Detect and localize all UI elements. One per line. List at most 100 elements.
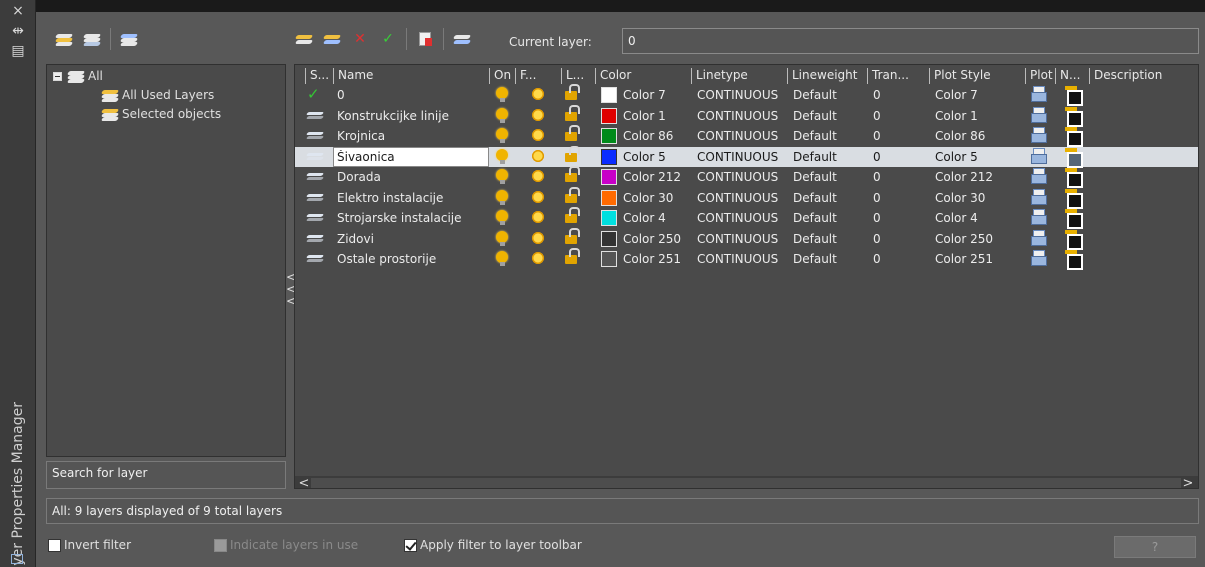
layer-linetype[interactable]: CONTINUOUS [697, 88, 787, 104]
scroll-left-icon[interactable]: < [297, 476, 311, 488]
sun-thawed-icon[interactable] [531, 251, 545, 265]
layer-lineweight[interactable]: Default [793, 129, 867, 145]
layer-transparency[interactable]: 0 [873, 191, 929, 207]
column-header-lineweight[interactable]: Lineweight [787, 68, 867, 84]
sun-thawed-icon[interactable] [531, 210, 545, 224]
printer-icon[interactable] [1031, 106, 1047, 123]
sun-thawed-icon[interactable] [531, 87, 545, 101]
unlock-icon[interactable] [565, 186, 580, 203]
new-layer-icon[interactable] [292, 28, 316, 50]
unlock-icon[interactable] [565, 84, 580, 100]
new-vp-freeze-icon[interactable] [1065, 127, 1083, 147]
column-header-plot[interactable]: Plot [1025, 68, 1055, 84]
layer-color[interactable]: Color 30 [623, 191, 691, 207]
lightbulb-on-icon[interactable] [496, 230, 508, 246]
lightbulb-on-icon[interactable] [496, 148, 508, 164]
layer-color[interactable]: Color 251 [623, 252, 691, 268]
new-vp-freeze-icon[interactable] [1065, 106, 1083, 127]
layer-icon[interactable] [305, 234, 325, 242]
column-header-transparency[interactable]: Tran... [867, 68, 929, 84]
layer-icon[interactable] [305, 193, 325, 201]
lightbulb-on-icon[interactable] [496, 169, 508, 184]
unlock-icon[interactable] [565, 166, 580, 182]
layer-linetype[interactable]: CONTINUOUS [697, 211, 787, 227]
checkbox-box[interactable] [404, 538, 417, 552]
layer-states-manager-icon[interactable] [117, 28, 141, 50]
layer-lineweight[interactable]: Default [793, 109, 867, 125]
layer-name[interactable]: Elektro instalacije [337, 191, 487, 207]
color-swatch[interactable] [601, 251, 617, 267]
autohide-icon[interactable]: ⇹ [9, 22, 27, 40]
sun-thawed-icon[interactable] [531, 169, 545, 183]
printer-icon[interactable] [1031, 127, 1047, 143]
layer-icon[interactable] [305, 172, 325, 180]
layer-transparency[interactable]: 0 [873, 170, 929, 186]
layer-row[interactable]: Šivaonica Color 5 CONTINUOUS Default 0 Color … [295, 145, 1198, 168]
layer-transparency[interactable]: 0 [873, 211, 929, 227]
new-vp-freeze-icon[interactable] [1065, 147, 1083, 168]
lightbulb-on-icon[interactable] [496, 189, 508, 205]
layer-row[interactable]: Strojarske instalacije Color 4 CONTINUOUS D… [295, 207, 1198, 229]
unlock-icon[interactable] [565, 104, 580, 121]
sun-thawed-icon[interactable] [531, 107, 545, 122]
layer-lineweight[interactable]: Default [793, 211, 867, 227]
layer-color[interactable]: Color 4 [623, 211, 691, 227]
layer-plot-style[interactable]: Color 212 [935, 170, 1025, 186]
apply-filter-toolbar-checkbox[interactable]: Apply filter to layer toolbar [404, 538, 582, 552]
layer-lineweight[interactable]: Default [793, 150, 867, 166]
layer-icon[interactable] [305, 111, 325, 119]
new-layer-vp-frozen-icon[interactable] [320, 28, 344, 50]
color-swatch[interactable] [601, 230, 617, 247]
printer-icon[interactable] [1031, 229, 1047, 246]
color-swatch[interactable] [601, 189, 617, 206]
color-swatch[interactable] [601, 107, 617, 124]
column-header-lock[interactable]: L... [561, 68, 595, 84]
horizontal-scrollbar[interactable]: < > [295, 476, 1198, 488]
column-header-status[interactable]: S... [305, 68, 333, 84]
column-header-plot-style[interactable]: Plot Style [929, 68, 1025, 84]
column-header-name[interactable]: Name [333, 68, 489, 84]
settings-icon[interactable] [450, 28, 474, 50]
sun-thawed-icon[interactable] [531, 148, 545, 163]
layer-name[interactable]: Dorada [337, 170, 487, 186]
unlock-icon[interactable] [565, 207, 580, 223]
layer-transparency[interactable]: 0 [873, 88, 929, 104]
layer-name[interactable]: 0 [337, 88, 487, 104]
layer-lineweight[interactable]: Default [793, 232, 867, 248]
layer-transparency[interactable]: 0 [873, 252, 929, 268]
new-property-filter-icon[interactable] [52, 28, 76, 50]
printer-icon[interactable] [1031, 147, 1047, 164]
layer-lineweight[interactable]: Default [793, 170, 867, 186]
column-header-description[interactable]: Description [1089, 68, 1198, 84]
new-vp-freeze-icon[interactable] [1065, 229, 1083, 250]
tree-node-all[interactable]: All [53, 67, 103, 85]
new-group-filter-icon[interactable] [80, 28, 104, 50]
scrollbar-thumb[interactable] [311, 478, 1181, 488]
color-swatch[interactable] [601, 128, 617, 144]
color-swatch[interactable] [601, 148, 617, 165]
layer-color[interactable]: Color 86 [623, 129, 691, 145]
unlock-icon[interactable] [565, 145, 580, 162]
layer-transparency[interactable]: 0 [873, 150, 929, 166]
layer-lineweight[interactable]: Default [793, 191, 867, 207]
column-header-color[interactable]: Color [595, 68, 691, 84]
refresh-icon[interactable] [413, 28, 437, 50]
layer-transparency[interactable]: 0 [873, 129, 929, 145]
close-icon[interactable]: × [9, 2, 27, 20]
layer-plot-style[interactable]: Color 30 [935, 191, 1025, 207]
layer-linetype[interactable]: CONTINUOUS [697, 109, 787, 125]
layer-row[interactable]: ✓ 0 Color 7 CONTINUOUS Default 0 Color 7 [295, 84, 1198, 106]
layer-row[interactable]: Ostale prostorije Color 251 CONTINUOUS Defa… [295, 248, 1198, 270]
layer-plot-style[interactable]: Color 4 [935, 211, 1025, 227]
printer-icon[interactable] [1031, 209, 1047, 225]
printer-icon[interactable] [1031, 168, 1047, 184]
column-header-new-vp-freeze[interactable]: N... [1055, 68, 1089, 84]
layer-color[interactable]: Color 1 [623, 109, 691, 125]
sun-thawed-icon[interactable] [531, 189, 545, 204]
scroll-right-icon[interactable]: > [1181, 476, 1195, 488]
lightbulb-on-icon[interactable] [496, 210, 508, 225]
layer-plot-style[interactable]: Color 250 [935, 232, 1025, 248]
color-swatch[interactable] [601, 87, 617, 103]
lightbulb-on-icon[interactable] [496, 87, 508, 102]
new-vp-freeze-icon[interactable] [1065, 209, 1083, 229]
